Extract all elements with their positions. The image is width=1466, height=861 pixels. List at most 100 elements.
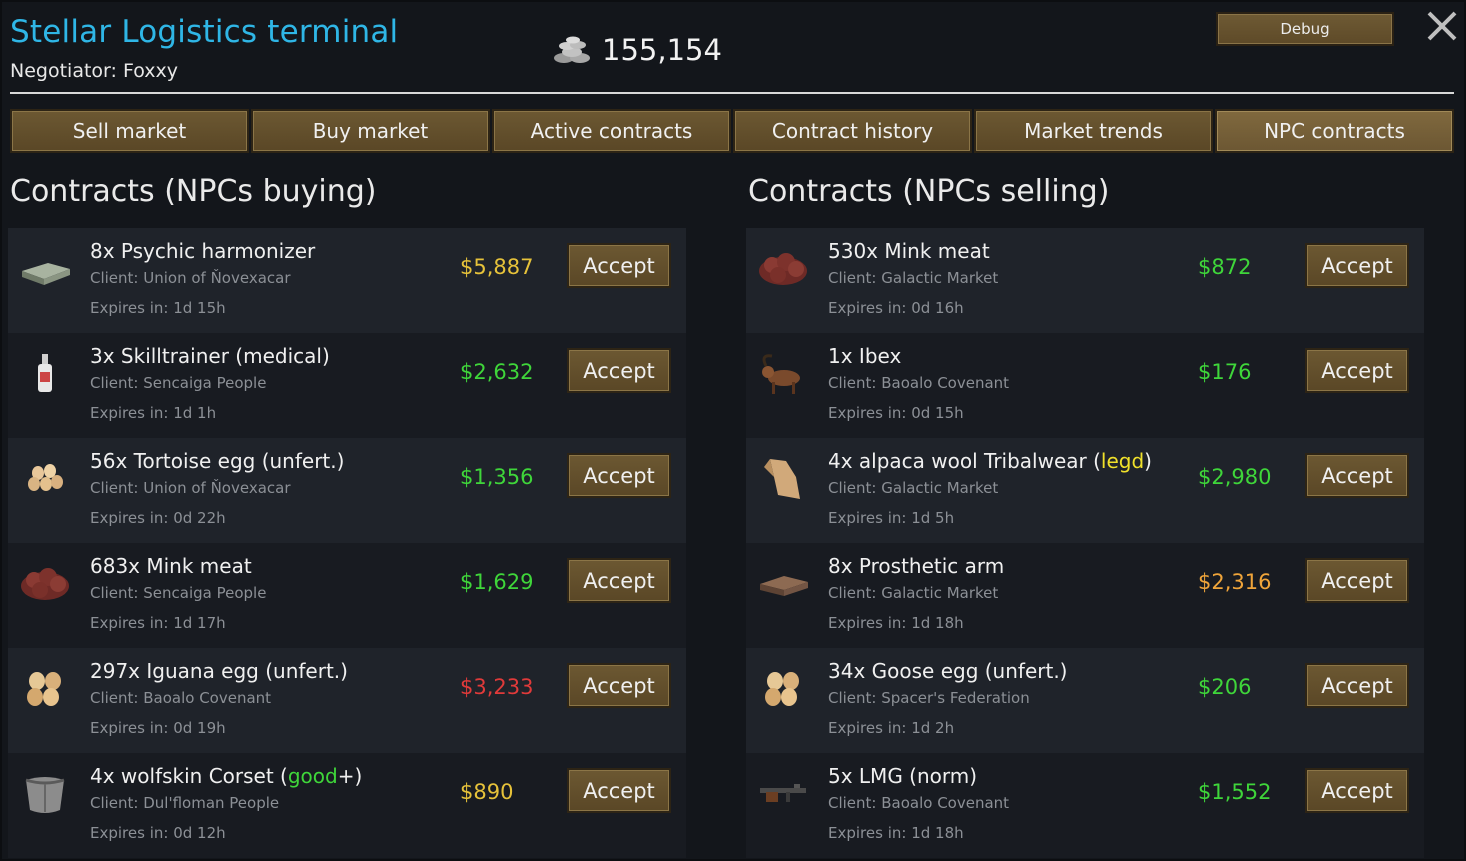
negotiator-label: Negotiator: Foxxy: [10, 60, 178, 82]
item-name: 1x Ibex: [828, 344, 901, 368]
item-name-text: 56x Tortoise egg (unfert.): [90, 449, 345, 473]
client-label: Client: Galactic Market: [828, 584, 999, 602]
contract-row: 530x Mink meat Client: Galactic Market Exp…: [746, 228, 1424, 333]
expires-label: Expires in: 1d 1h: [90, 404, 217, 422]
lmg-icon: [754, 769, 812, 817]
prosthetic-arm-icon: [754, 559, 812, 607]
contract-row: 297x Iguana egg (unfert.) Client: Baoalo …: [8, 648, 686, 753]
price-label: $890: [460, 780, 514, 804]
client-label: Client: Baoalo Covenant: [828, 374, 1010, 392]
item-name: 34x Goose egg (unfert.): [828, 659, 1067, 683]
contract-row: 683x Mink meat Client: Sencaiga People Exp…: [8, 543, 686, 648]
item-name: 4x wolfskin Corset (good+): [90, 764, 362, 788]
expires-label: Expires in: 0d 15h: [828, 404, 964, 422]
tab-active-contracts[interactable]: Active contracts: [492, 109, 731, 153]
contract-row: 8x Prosthetic arm Client: Galactic Market…: [746, 543, 1424, 648]
silver-amount: 155,154: [602, 33, 722, 67]
item-name-text: 4x wolfskin Corset (: [90, 764, 288, 788]
header-divider: [10, 92, 1454, 94]
expires-label: Expires in: 1d 18h: [828, 824, 964, 842]
item-name-text: 5x LMG (norm): [828, 764, 978, 788]
contract-row: 8x Psychic harmonizer Client: Union of Ňo…: [8, 228, 686, 333]
item-name-text: 530x Mink meat: [828, 239, 990, 263]
client-label: Client: Galactic Market: [828, 479, 999, 497]
client-label: Client: Sencaiga People: [90, 584, 267, 602]
item-name-text: 297x Iguana egg (unfert.): [90, 659, 348, 683]
expires-label: Expires in: 1d 17h: [90, 614, 226, 632]
tab-contract-history[interactable]: Contract history: [733, 109, 972, 153]
expires-label: Expires in: 1d 2h: [828, 719, 955, 737]
large-egg-icon: [16, 664, 74, 712]
accept-button[interactable]: Accept: [567, 768, 671, 813]
item-name-suffix: +): [337, 764, 363, 788]
tab-market-trends[interactable]: Market trends: [974, 109, 1213, 153]
contract-row: 5x LMG (norm) Client: Baoalo Covenant Expi…: [746, 753, 1424, 858]
item-name-text: 34x Goose egg (unfert.): [828, 659, 1068, 683]
price-label: $3,233: [460, 675, 534, 699]
item-name-text: 8x Prosthetic arm: [828, 554, 1005, 578]
item-name: 4x alpaca wool Tribalwear (legd): [828, 449, 1152, 473]
expires-label: Expires in: 0d 12h: [90, 824, 226, 842]
accept-button[interactable]: Accept: [567, 243, 671, 288]
tribalwear-icon: [754, 454, 812, 502]
close-button[interactable]: [1424, 8, 1460, 44]
item-name: 5x LMG (norm): [828, 764, 977, 788]
ibex-icon: [754, 349, 812, 397]
contract-row: 4x alpaca wool Tribalwear (legd) Client: …: [746, 438, 1424, 543]
accept-button[interactable]: Accept: [1305, 243, 1409, 288]
quality-label: good: [287, 764, 338, 788]
contract-row: 4x wolfskin Corset (good+) Client: Dul'fl…: [8, 753, 686, 858]
tab-sell-market[interactable]: Sell market: [10, 109, 249, 153]
client-label: Client: Dul'floman People: [90, 794, 280, 812]
client-label: Client: Union of Ňovexacar: [90, 269, 291, 287]
accept-button[interactable]: Accept: [1305, 768, 1409, 813]
price-label: $206: [1198, 675, 1252, 699]
item-name: 530x Mink meat: [828, 239, 990, 263]
client-label: Client: Baoalo Covenant: [828, 794, 1010, 812]
buying-contract-list: 8x Psychic harmonizer Client: Union of Ňo…: [8, 228, 686, 858]
accept-button[interactable]: Accept: [1305, 453, 1409, 498]
accept-button[interactable]: Accept: [1305, 558, 1409, 603]
contract-row: 3x Skilltrainer (medical) Client: Sencaig…: [8, 333, 686, 438]
accept-button[interactable]: Accept: [1305, 348, 1409, 393]
contract-row: 56x Tortoise egg (unfert.) Client: Union …: [8, 438, 686, 543]
quality-label: legd: [1100, 449, 1145, 473]
egg-icon: [16, 454, 74, 502]
meat-icon: [754, 244, 812, 292]
price-label: $2,632: [460, 360, 534, 384]
silver-coins-icon: [554, 36, 590, 63]
selling-contract-list: 530x Mink meat Client: Galactic Market Exp…: [746, 228, 1424, 858]
client-label: Client: Spacer's Federation: [828, 689, 1030, 707]
item-name-text: 4x alpaca wool Tribalwear (: [828, 449, 1101, 473]
client-label: Client: Union of Ňovexacar: [90, 479, 291, 497]
accept-button[interactable]: Accept: [567, 453, 671, 498]
accept-button[interactable]: Accept: [567, 558, 671, 603]
price-label: $5,887: [460, 255, 534, 279]
expires-label: Expires in: 1d 18h: [828, 614, 964, 632]
price-label: $2,980: [1198, 465, 1272, 489]
accept-button[interactable]: Accept: [567, 663, 671, 708]
accept-button[interactable]: Accept: [567, 348, 671, 393]
price-label: $176: [1198, 360, 1252, 384]
expires-label: Expires in: 0d 19h: [90, 719, 226, 737]
tab-npc-contracts[interactable]: NPC contracts: [1215, 109, 1454, 153]
corset-icon: [16, 769, 74, 817]
expires-label: Expires in: 0d 16h: [828, 299, 964, 317]
contract-row: 1x Ibex Client: Baoalo Covenant Expires in…: [746, 333, 1424, 438]
close-icon: [1427, 11, 1457, 41]
large-egg-icon: [754, 664, 812, 712]
tab-bar: Sell market Buy market Active contracts Con…: [10, 109, 1454, 153]
item-name-text: 8x Psychic harmonizer: [90, 239, 316, 263]
tab-buy-market[interactable]: Buy market: [251, 109, 490, 153]
accept-button[interactable]: Accept: [1305, 663, 1409, 708]
price-label: $1,629: [460, 570, 534, 594]
expires-label: Expires in: 1d 15h: [90, 299, 226, 317]
item-name-text: 3x Skilltrainer (medical): [90, 344, 330, 368]
item-name-suffix: ): [1144, 449, 1152, 473]
price-label: $872: [1198, 255, 1252, 279]
item-name: 56x Tortoise egg (unfert.): [90, 449, 344, 473]
client-label: Client: Sencaiga People: [90, 374, 267, 392]
debug-button[interactable]: Debug: [1216, 12, 1394, 46]
selling-section-title: Contracts (NPCs selling): [748, 174, 1110, 209]
buying-section-title: Contracts (NPCs buying): [10, 174, 377, 209]
